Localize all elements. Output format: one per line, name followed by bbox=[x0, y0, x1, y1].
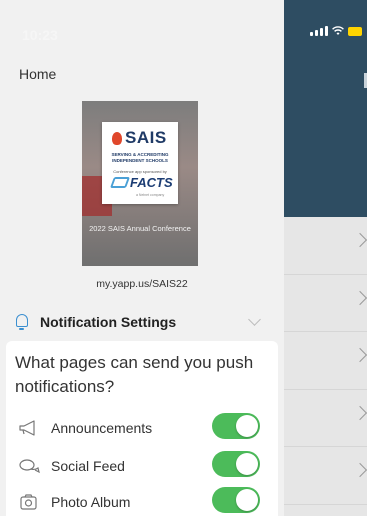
status-time: 10:23 bbox=[22, 27, 58, 43]
social-feed-toggle[interactable] bbox=[212, 451, 260, 477]
announcements-toggle[interactable] bbox=[212, 413, 260, 439]
chevron-right-icon bbox=[352, 462, 367, 478]
background-list-row[interactable] bbox=[284, 275, 367, 332]
facts-logo-text: FACTS bbox=[130, 175, 173, 190]
facts-byline: a Nelnet company bbox=[136, 193, 165, 197]
notification-settings-title: Notification Settings bbox=[40, 314, 177, 330]
photo-album-toggle[interactable] bbox=[212, 487, 260, 513]
background-list-row[interactable] bbox=[284, 390, 367, 447]
battery-icon bbox=[348, 27, 362, 36]
megaphone-icon bbox=[19, 420, 35, 436]
background-list-row[interactable] bbox=[284, 332, 367, 390]
sais-logo-text: SAIS bbox=[125, 128, 167, 147]
notification-option-announcements: Announcements bbox=[6, 413, 278, 443]
flame-icon bbox=[112, 131, 122, 145]
background-list-row[interactable] bbox=[284, 447, 367, 505]
background-list-row[interactable] bbox=[284, 217, 367, 275]
notification-question: What pages can send you push notificatio… bbox=[15, 353, 254, 396]
side-drawer: 10:23 Home SAIS SERVING & ACCREDITING IN… bbox=[0, 0, 284, 516]
facts-mark-icon bbox=[109, 177, 131, 188]
notification-settings-header[interactable]: Notification Settings bbox=[0, 310, 284, 336]
wifi-icon bbox=[332, 26, 344, 35]
camera-icon bbox=[20, 494, 37, 510]
notification-settings-panel: What pages can send you push notificatio… bbox=[6, 341, 278, 516]
sais-tagline: SERVING & ACCREDITING INDEPENDENT SCHOOL… bbox=[111, 152, 169, 163]
chevron-right-icon bbox=[352, 347, 367, 363]
cover-logo-card: SAIS SERVING & ACCREDITING INDEPENDENT S… bbox=[102, 122, 178, 204]
background-app-header bbox=[284, 0, 367, 217]
notification-option-social-feed: Social Feed bbox=[6, 451, 278, 481]
conference-cover-image[interactable]: SAIS SERVING & ACCREDITING INDEPENDENT S… bbox=[82, 101, 198, 266]
toggle-knob bbox=[236, 489, 258, 511]
option-label: Social Feed bbox=[51, 458, 125, 474]
chat-bubbles-icon bbox=[19, 459, 40, 474]
background-list bbox=[284, 217, 367, 505]
chevron-right-icon bbox=[352, 232, 367, 248]
background-app bbox=[284, 0, 367, 516]
bell-icon bbox=[16, 314, 28, 330]
notification-option-photo-album: Photo Album bbox=[6, 487, 278, 516]
toggle-knob bbox=[236, 415, 258, 437]
home-link[interactable]: Home bbox=[19, 66, 56, 82]
status-icons bbox=[310, 26, 362, 36]
option-label: Announcements bbox=[51, 420, 153, 436]
chevron-right-icon bbox=[352, 405, 367, 420]
chevron-down-icon[interactable] bbox=[248, 313, 261, 326]
option-label: Photo Album bbox=[51, 494, 131, 510]
sais-logo: SAIS bbox=[112, 128, 167, 148]
app-url[interactable]: my.yapp.us/SAIS22 bbox=[0, 278, 284, 290]
chevron-right-icon bbox=[352, 290, 367, 305]
toggle-knob bbox=[236, 453, 258, 475]
cover-caption: 2022 SAIS Annual Conference bbox=[89, 224, 191, 233]
facts-logo: FACTS bbox=[109, 175, 173, 190]
sponsor-text: Conference app sponsored by bbox=[113, 169, 167, 174]
signal-icon bbox=[310, 26, 328, 36]
